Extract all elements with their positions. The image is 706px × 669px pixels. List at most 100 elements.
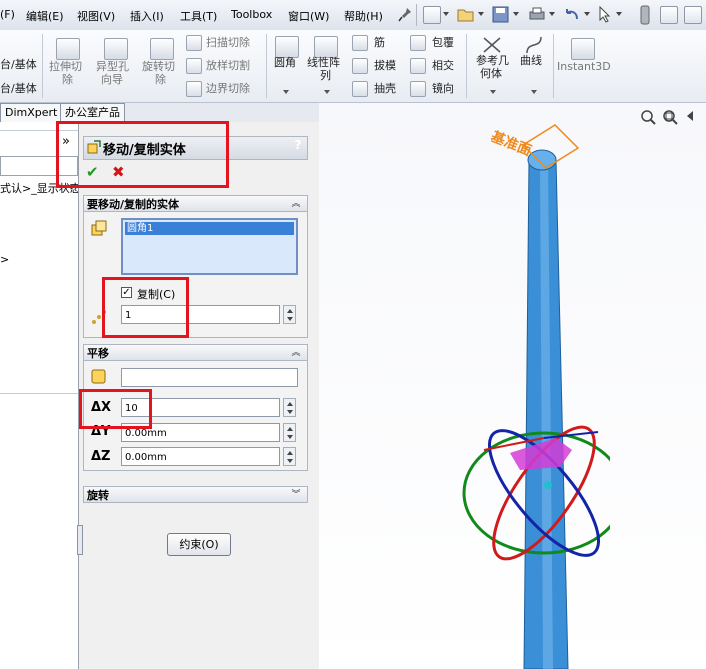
extrude-cut-label-2[interactable]: 除 [62,73,73,86]
draft-icon[interactable] [352,58,368,74]
reference-geometry-label-1[interactable]: 参考几 [476,54,509,67]
chevron-down-icon[interactable] [443,12,449,16]
menu-insert[interactable]: 插入(I) [130,8,164,24]
undo-icon[interactable] [563,6,581,23]
chevron-down-icon[interactable] [616,12,622,16]
help-button[interactable]: ? [291,138,305,154]
triad-origin [544,481,552,489]
rib-icon[interactable] [352,35,368,51]
sweep-cut-icon[interactable] [186,35,202,51]
bodies-group-header[interactable]: 要移动/复制的实体 [83,195,308,212]
ribbon-divider [466,34,467,98]
loft-cut-label[interactable]: 放样切割 [206,59,250,72]
translate-group-header[interactable]: 平移 [83,344,308,361]
save-icon[interactable] [492,6,509,23]
hole-wizard-icon[interactable] [104,38,128,60]
boss-base-label-2[interactable]: 台/基体 [0,82,37,95]
bodies-selection-list[interactable]: 圆角1 [121,218,298,275]
pane-resize-handle[interactable] [77,525,83,555]
menu-toolbox[interactable]: Toolbox [231,8,272,21]
menu-view[interactable]: 视图(V) [77,8,115,24]
tree-splitter[interactable] [0,393,78,394]
open-folder-icon[interactable] [457,6,475,23]
menu-tools[interactable]: 工具(T) [180,8,217,24]
revolve-cut-icon[interactable] [150,38,174,60]
delta-y-spinner[interactable] [283,423,296,442]
bodies-group-title: 要移动/复制的实体 [87,198,180,211]
tree-item[interactable]: > [0,253,9,266]
rotate-group-header[interactable]: 旋转 [83,486,308,503]
menu-file[interactable]: (F) [0,8,15,21]
copies-spinner[interactable] [283,305,296,324]
shell-label[interactable]: 抽壳 [374,82,396,95]
fillet-icon[interactable] [275,36,299,58]
selected-body-item[interactable]: 圆角1 [125,222,294,235]
collapse-chevron-icon[interactable]: ︽ [291,348,301,358]
options-icon[interactable] [684,6,702,24]
wrap-label[interactable]: 包覆 [432,36,454,49]
model-graphics: 基准面 [462,124,610,669]
menu-help[interactable]: 帮助(H) [344,8,383,24]
intersect-label[interactable]: 相交 [432,59,454,72]
chevron-down-icon[interactable] [513,12,519,16]
mirror-label[interactable]: 镜向 [432,82,454,95]
new-document-icon[interactable] [423,6,441,24]
delta-z-input[interactable]: 0.00mm [121,447,280,466]
file-properties-icon[interactable] [660,6,678,24]
chevron-down-icon[interactable] [549,12,555,16]
constraints-button[interactable]: 约束(O) [167,533,231,556]
linear-pattern-dropdown-icon[interactable] [324,90,330,94]
hole-wizard-label-1[interactable]: 异型孔 [96,60,129,73]
reference-geometry-label-2[interactable]: 何体 [480,67,502,80]
linear-pattern-icon[interactable] [314,36,338,58]
chevron-down-icon[interactable] [478,12,484,16]
shell-icon[interactable] [352,81,368,97]
intersect-icon[interactable] [410,58,426,74]
chevron-down-icon[interactable] [584,12,590,16]
print-icon[interactable] [528,6,546,23]
rib-label[interactable]: 筋 [374,36,385,49]
collapse-chevron-icon[interactable]: ︽ [291,199,301,209]
boundary-cut-icon[interactable] [186,81,202,97]
extrude-cut-icon[interactable] [56,38,80,60]
draft-label[interactable]: 拔模 [374,59,396,72]
delta-x-spinner[interactable] [283,398,296,417]
previous-view-icon[interactable] [683,108,701,126]
extrude-cut-label-1[interactable]: 拉伸切 [49,60,82,73]
curves-label[interactable]: 曲线 [520,54,542,67]
instant3d-icon[interactable] [571,38,595,60]
curves-icon[interactable] [524,35,544,55]
select-cursor-icon[interactable] [598,6,612,24]
loft-cut-icon[interactable] [186,58,202,74]
fillet-dropdown-icon[interactable] [283,90,289,94]
translate-reference-input[interactable] [121,368,298,387]
boundary-cut-label[interactable]: 边界切除 [206,82,250,95]
sweep-cut-label[interactable]: 扫描切除 [206,36,250,49]
zoom-to-area-icon[interactable] [661,108,679,126]
curves-dropdown-icon[interactable] [531,90,537,94]
tab-office-products[interactable]: 办公室产品 [60,103,125,122]
instant3d-label[interactable]: Instant3D [557,60,611,73]
expand-chevron-icon[interactable]: ︾ [291,490,301,500]
mirror-icon[interactable] [410,81,426,97]
revolve-cut-label-1[interactable]: 旋转切 [142,60,175,73]
tab-dimxpert[interactable]: DimXpert [0,103,63,122]
wrap-icon[interactable] [410,35,426,51]
menu-edit[interactable]: 编辑(E) [26,8,64,24]
ribbon-divider [42,34,43,98]
reference-geometry-dropdown-icon[interactable] [490,90,496,94]
hole-wizard-label-2[interactable]: 向导 [101,73,123,86]
translate-group-title: 平移 [87,347,109,360]
reference-geometry-icon[interactable] [481,35,503,55]
zoom-to-fit-icon[interactable] [639,108,657,126]
fillet-label[interactable]: 圆角 [274,56,296,69]
boss-base-label-1[interactable]: 台/基体 [0,58,37,71]
pin-icon[interactable] [397,6,413,24]
traffic-light-icon[interactable] [640,5,650,25]
base-plane-label: 基准面 [489,128,534,159]
linear-pattern-label-2[interactable]: 列 [320,69,331,82]
menu-window[interactable]: 窗口(W) [288,8,329,24]
delta-z-spinner[interactable] [283,447,296,466]
revolve-cut-label-2[interactable]: 除 [155,73,166,86]
linear-pattern-label-1[interactable]: 线性阵 [307,56,340,69]
